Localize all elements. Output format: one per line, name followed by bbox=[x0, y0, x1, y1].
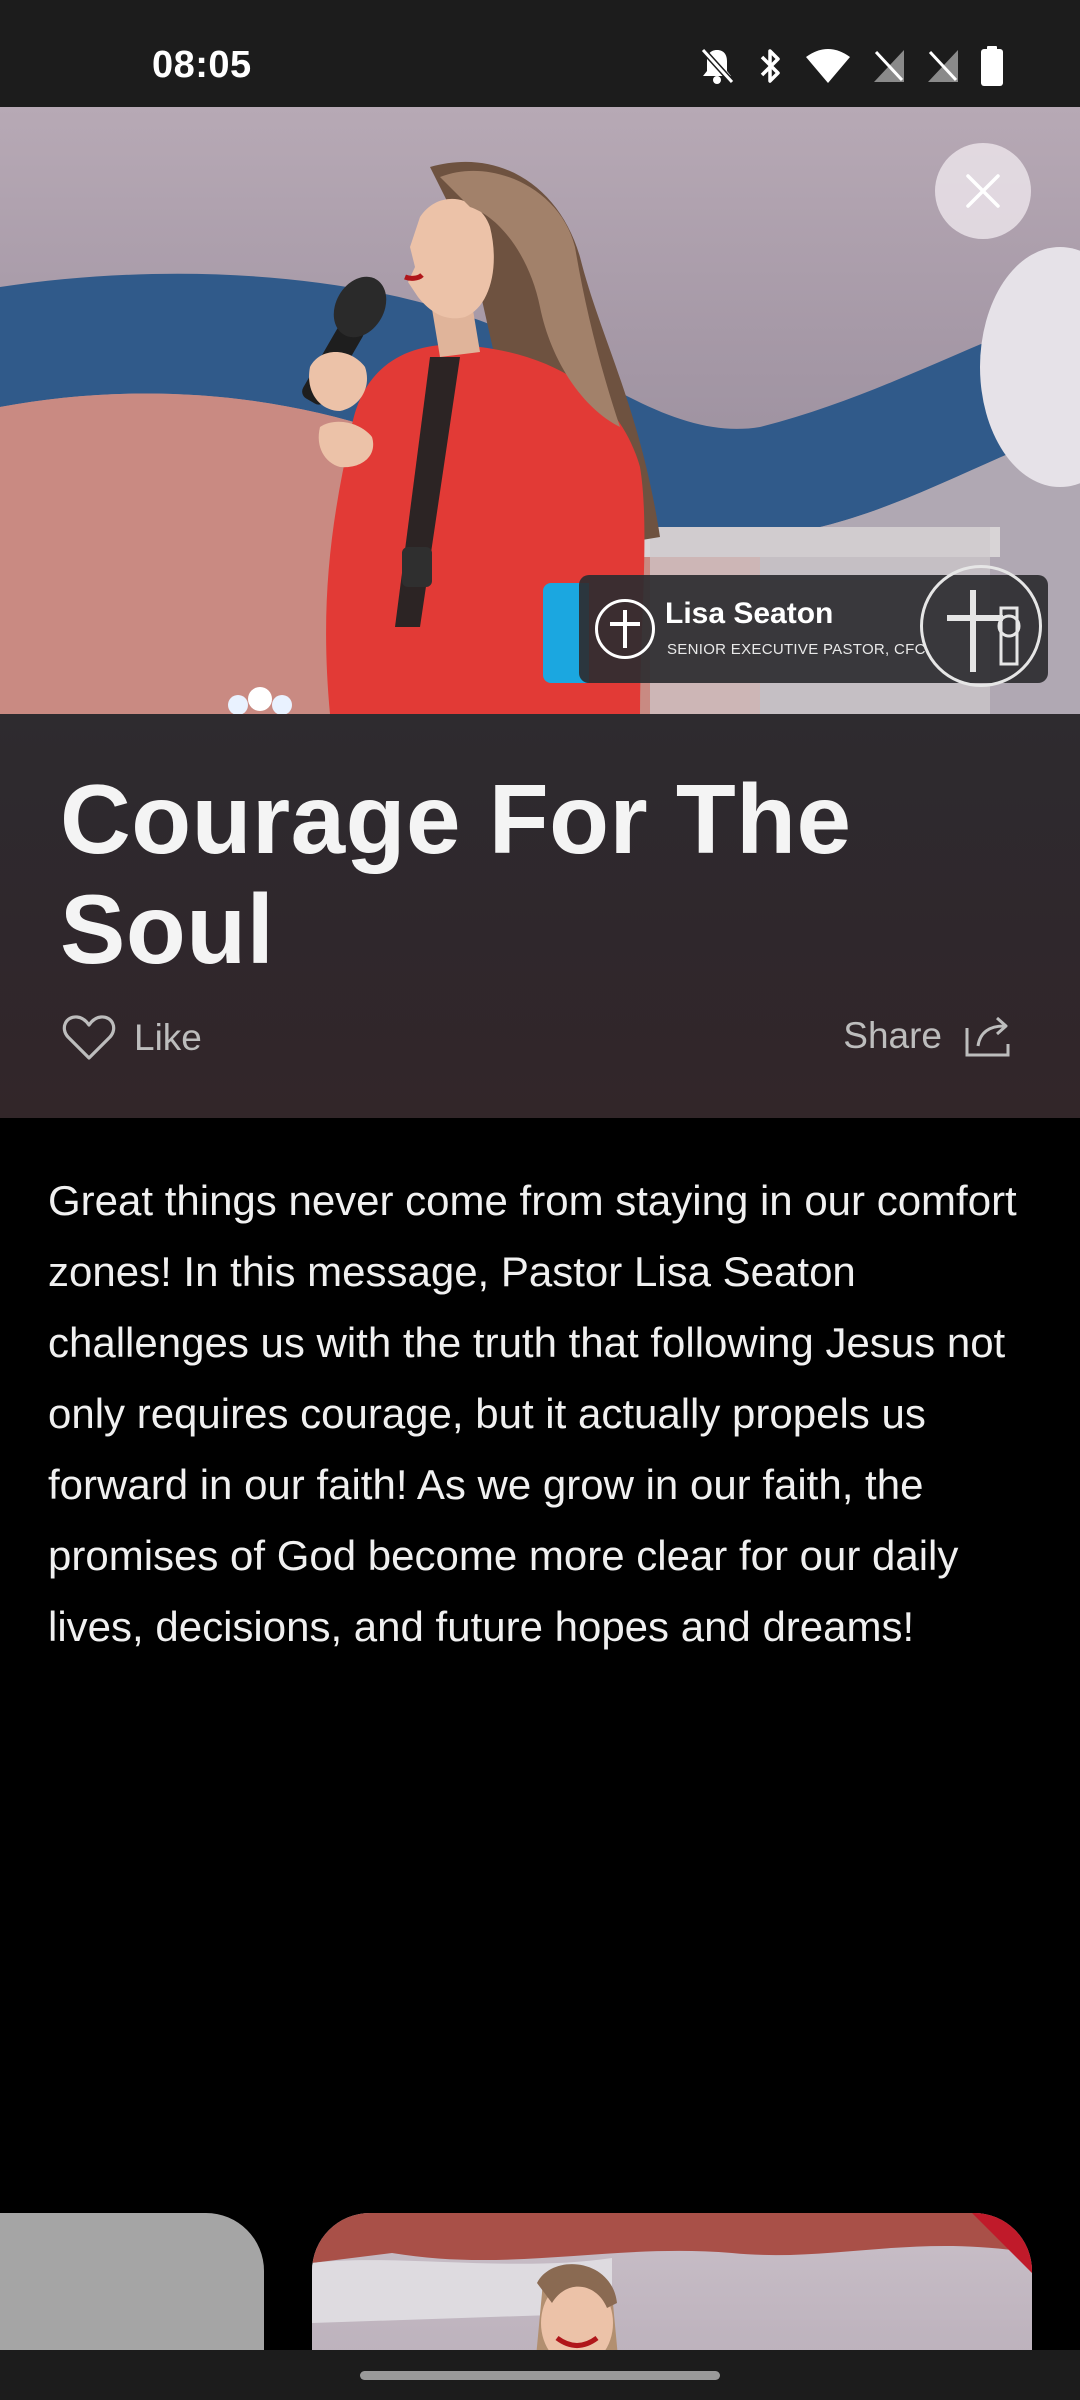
no-sim-icon bbox=[874, 50, 904, 82]
bell-off-icon bbox=[700, 47, 735, 85]
like-label: Like bbox=[134, 1017, 202, 1058]
no-sim-icon bbox=[928, 50, 958, 82]
close-button[interactable] bbox=[935, 143, 1031, 239]
wifi-icon bbox=[806, 49, 850, 83]
bluetooth-icon bbox=[760, 49, 780, 83]
like-button[interactable]: Like bbox=[62, 1014, 202, 1062]
cross-logo-icon bbox=[595, 599, 655, 659]
page-title: Courage For The Soul bbox=[60, 764, 852, 984]
church-logo-icon bbox=[920, 565, 1042, 687]
home-gesture-handle[interactable] bbox=[360, 2371, 720, 2380]
battery-icon bbox=[981, 46, 1003, 86]
heart-icon bbox=[62, 1015, 116, 1060]
sermon-header: Courage For The Soul Like Share bbox=[0, 714, 1080, 1118]
sermon-description: Great things never come from staying in … bbox=[48, 1177, 1017, 1650]
close-icon bbox=[966, 174, 1000, 208]
speaker-title: SENIOR EXECUTIVE PASTOR, CFC bbox=[667, 641, 926, 658]
share-label: Share bbox=[843, 1015, 942, 1056]
hero-image: Lisa Seaton SENIOR EXECUTIVE PASTOR, CFC bbox=[0, 107, 1080, 714]
speaker-name: Lisa Seaton bbox=[665, 597, 834, 630]
status-time: 08:05 bbox=[152, 44, 252, 86]
speaker-name-overlay: Lisa Seaton SENIOR EXECUTIVE PASTOR, CFC bbox=[543, 565, 1048, 691]
status-bar: 08:05 bbox=[0, 0, 1080, 107]
share-icon bbox=[965, 1016, 1010, 1057]
status-icons bbox=[698, 46, 1004, 86]
navigation-bar bbox=[0, 2350, 1080, 2400]
share-button[interactable]: Share bbox=[843, 1014, 1016, 1058]
